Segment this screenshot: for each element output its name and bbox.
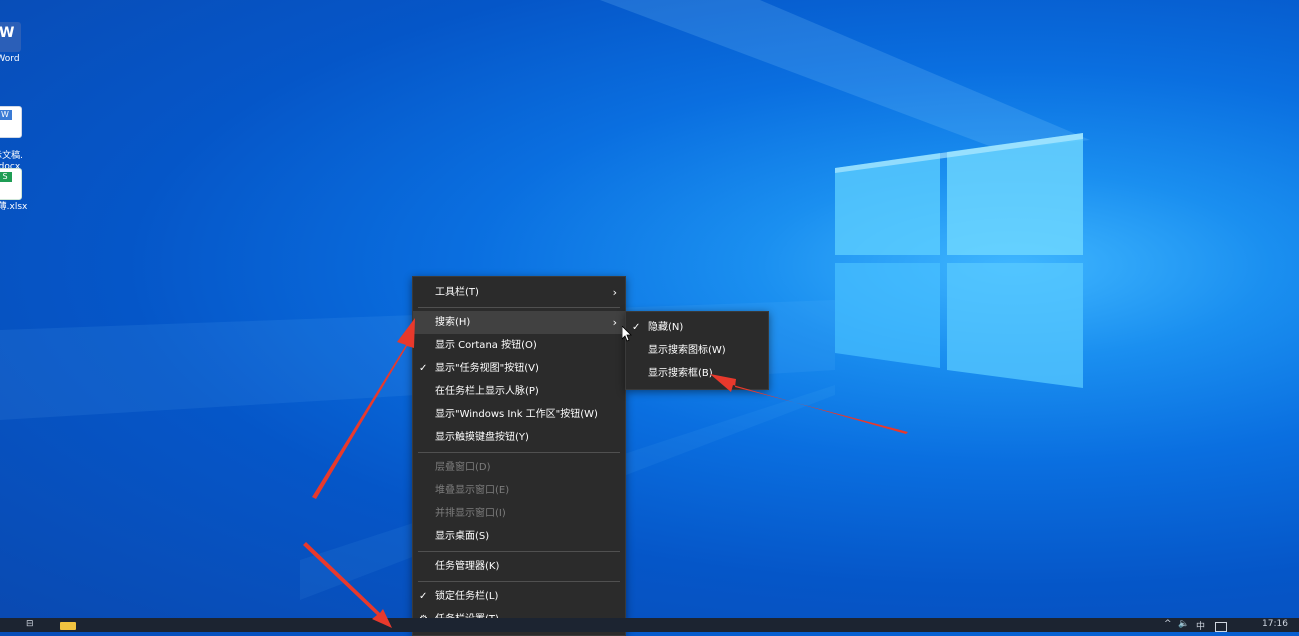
mouse-cursor-icon [622, 326, 632, 342]
checkmark-icon: ✓ [419, 591, 428, 602]
docx-icon: W [0, 106, 22, 138]
word-icon: W [0, 22, 21, 52]
menu-separator [418, 307, 620, 308]
xlsx-icon: S [0, 168, 22, 200]
checkmark-icon: ✓ [419, 363, 428, 374]
menu-separator [418, 452, 620, 453]
input-language-indicator[interactable]: 中 [1196, 619, 1205, 632]
chevron-right-icon: › [612, 316, 617, 329]
menu-item-lock-taskbar[interactable]: ✓ 锁定任务栏(L) [413, 585, 625, 608]
checkmark-icon: ✓ [632, 322, 641, 333]
desktop-icon-xlsx[interactable]: S 作薄.xlsx [0, 168, 38, 213]
submenu-item-show-search-icon[interactable]: 显示搜索图标(W) [626, 339, 768, 362]
menu-item-show-people[interactable]: 在任务栏上显示人脉(P) [413, 380, 625, 403]
file-explorer-icon[interactable] [60, 622, 76, 630]
windows-logo [835, 133, 1083, 388]
menu-item-toolbars[interactable]: 工具栏(T) › [413, 281, 625, 304]
submenu-item-hidden[interactable]: ✓ 隐藏(N) [626, 316, 768, 339]
menu-item-stack-windows: 堆叠显示窗口(E) [435, 485, 510, 496]
chevron-right-icon: › [612, 286, 617, 299]
taskbar-context-menu: 工具栏(T) › 搜索(H) › 显示 Cortana 按钮(O) ✓ 显示"任… [412, 276, 626, 636]
search-submenu: ✓ 隐藏(N) 显示搜索图标(W) 显示搜索框(B) [625, 311, 769, 390]
menu-separator [418, 551, 620, 552]
menu-item-task-manager[interactable]: 任务管理器(K) [413, 555, 625, 578]
menu-item-show-touch-keyboard[interactable]: 显示触摸键盘按钮(Y) [413, 426, 625, 449]
menu-item-side-by-side: 并排显示窗口(I) [435, 508, 506, 519]
menu-separator [418, 581, 620, 582]
desktop-icon-label: Word [0, 54, 20, 64]
task-view-icon[interactable]: ⊟ [26, 619, 34, 629]
menu-item-show-task-view[interactable]: ✓ 显示"任务视图"按钮(V) [413, 357, 625, 380]
desktop-icon-word[interactable]: W Word [0, 22, 38, 65]
menu-item-show-cortana[interactable]: 显示 Cortana 按钮(O) [413, 334, 625, 357]
menu-item-search[interactable]: 搜索(H) › [413, 311, 625, 334]
volume-icon[interactable]: 🔈 [1178, 619, 1189, 629]
taskbar[interactable]: ⊟ ^ 🔈 中 17:16 [0, 618, 1299, 632]
desktop-icon-docx[interactable]: W 示文稿. .docx [0, 95, 38, 173]
menu-item-show-desktop[interactable]: 显示桌面(S) [413, 525, 625, 548]
chevron-up-icon[interactable]: ^ [1164, 619, 1172, 629]
menu-item-cascade-windows: 层叠窗口(D) [435, 462, 491, 473]
submenu-item-show-search-box[interactable]: 显示搜索框(B) [626, 362, 768, 385]
menu-item-show-windows-ink[interactable]: 显示"Windows Ink 工作区"按钮(W) [413, 403, 625, 426]
notification-icon[interactable] [1215, 622, 1227, 632]
clock[interactable]: 17:16 [1262, 619, 1288, 629]
red-arrow-to-taskbar [303, 542, 392, 628]
desktop-icon-label: 作薄.xlsx [0, 202, 28, 212]
red-arrow-to-search [312, 318, 415, 499]
